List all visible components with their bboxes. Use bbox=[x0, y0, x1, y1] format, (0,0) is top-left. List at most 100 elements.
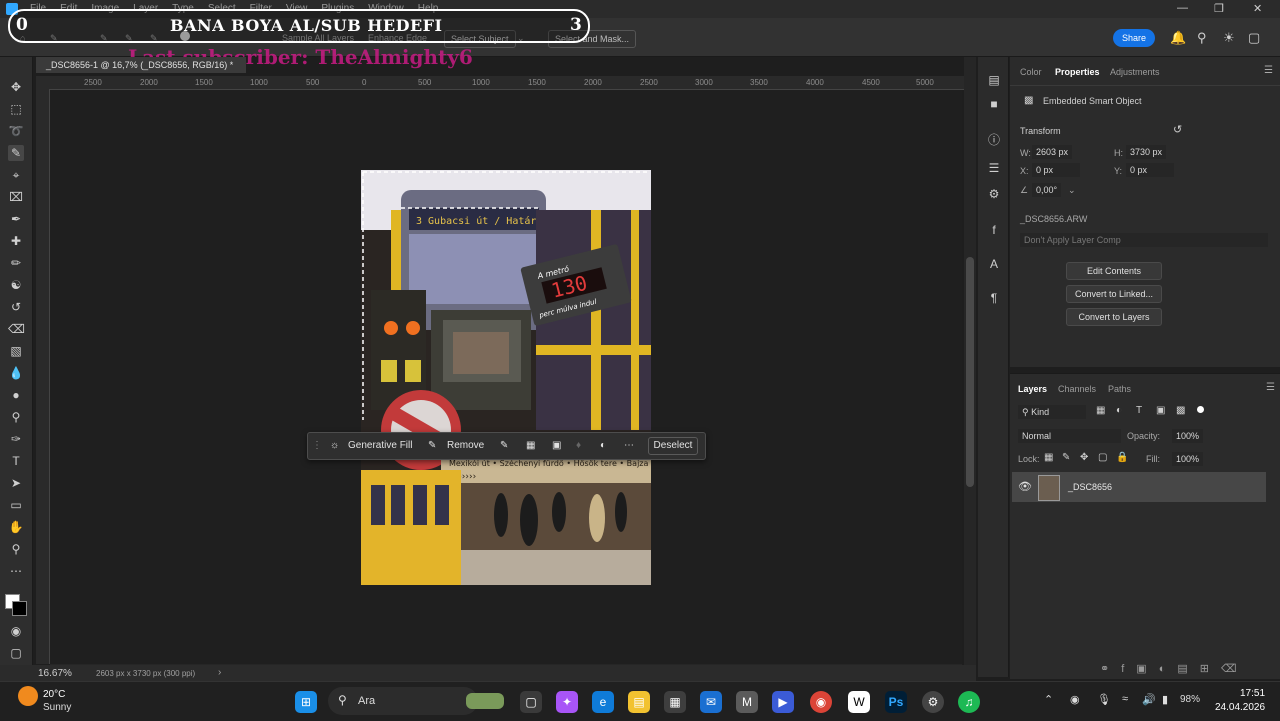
filter-pixel-icon[interactable]: ▦ bbox=[1096, 405, 1105, 416]
new-layer-icon[interactable]: ⊞ bbox=[1200, 663, 1221, 675]
adjustment-icon[interactable]: ◐ bbox=[600, 438, 606, 454]
app-icon[interactable]: ▶ bbox=[772, 691, 794, 713]
frame-tool-icon[interactable]: ⌧ bbox=[8, 189, 24, 205]
microphone-icon[interactable]: 🎙 bbox=[1097, 693, 1111, 706]
drag-handle-icon[interactable]: ⋮ bbox=[312, 438, 322, 454]
adjustments-icon[interactable]: ☰ bbox=[986, 161, 1002, 175]
history-brush-tool-icon[interactable]: ↺ bbox=[8, 299, 24, 315]
comments-icon[interactable]: ■ bbox=[986, 97, 1002, 111]
vertical-scrollbar[interactable] bbox=[964, 57, 976, 665]
discover-icon[interactable]: ☀ bbox=[1223, 30, 1235, 46]
layer-name[interactable]: _DSC8656 bbox=[1068, 482, 1112, 492]
wikipedia-icon[interactable]: W bbox=[848, 691, 870, 713]
info-icon[interactable]: ⓘ bbox=[986, 131, 1002, 148]
share-button[interactable]: Share bbox=[1113, 29, 1155, 47]
zoom-selection-tool-icon[interactable]: ⚲ bbox=[8, 409, 24, 425]
glyphs-icon[interactable]: f bbox=[986, 223, 1002, 237]
taskbar-search[interactable]: ⚲ Ara bbox=[328, 687, 504, 715]
more-options-icon[interactable]: ⋯ bbox=[624, 438, 634, 454]
height-field[interactable]: 3730 px bbox=[1126, 145, 1167, 159]
quick-selection-tool-icon[interactable]: ✎ bbox=[8, 145, 24, 161]
fill-selection-icon[interactable]: ♦ bbox=[576, 438, 581, 454]
width-field[interactable]: 2603 px bbox=[1032, 145, 1073, 159]
wifi-icon[interactable]: ≈ bbox=[1122, 693, 1128, 705]
layer-row[interactable]: 👁 _DSC8656 bbox=[1012, 472, 1266, 502]
lock-artboard-icon[interactable]: ▢ bbox=[1098, 452, 1107, 463]
workspace-icon[interactable]: ▢ bbox=[1248, 30, 1260, 46]
battery-icon[interactable]: ▮ bbox=[1162, 693, 1168, 706]
y-field[interactable]: 0 px bbox=[1126, 163, 1174, 177]
lasso-tool-icon[interactable]: ➰ bbox=[8, 123, 24, 139]
new-group-icon[interactable]: ▤ bbox=[1177, 663, 1199, 675]
tray-chevron-icon[interactable]: ⌃ bbox=[1044, 693, 1053, 706]
opacity-field[interactable]: 100% bbox=[1172, 429, 1204, 443]
lock-all-icon[interactable]: 🔒 bbox=[1116, 452, 1128, 463]
zoom-level[interactable]: 16.67% bbox=[38, 668, 72, 679]
lock-image-icon[interactable]: ✎ bbox=[1062, 452, 1070, 463]
paragraph-icon[interactable]: ¶ bbox=[986, 291, 1002, 305]
task-view-icon[interactable]: ▢ bbox=[520, 691, 542, 713]
filter-adjustment-icon[interactable]: ◐ bbox=[1116, 405, 1122, 416]
remove-button[interactable]: Remove bbox=[447, 438, 484, 454]
convert-to-linked-button[interactable]: Convert to Linked... bbox=[1066, 285, 1162, 303]
link-layers-icon[interactable]: ⚭ bbox=[1100, 663, 1121, 675]
move-tool-icon[interactable]: ✥ bbox=[8, 79, 24, 95]
tab-color[interactable]: Color bbox=[1020, 67, 1042, 77]
marquee-tool-icon[interactable]: ⬚ bbox=[8, 101, 24, 117]
convert-to-layers-button[interactable]: Convert to Layers bbox=[1066, 308, 1162, 326]
clock-time[interactable]: 17:51 bbox=[1240, 688, 1265, 699]
fill-field[interactable]: 100% bbox=[1172, 452, 1204, 466]
filter-type-icon[interactable]: T bbox=[1136, 405, 1142, 416]
eyedropper-tool-icon[interactable]: ✒ bbox=[8, 211, 24, 227]
x-field[interactable]: 0 px bbox=[1032, 163, 1080, 177]
dodge-tool-icon[interactable]: ● bbox=[8, 387, 24, 403]
filter-smart-object-icon[interactable]: ▩ bbox=[1176, 405, 1185, 416]
blur-tool-icon[interactable]: 💧 bbox=[8, 365, 24, 381]
tab-layers[interactable]: Layers bbox=[1018, 384, 1047, 394]
visibility-eye-icon[interactable]: 👁 bbox=[1018, 480, 1032, 493]
edge-icon[interactable]: e bbox=[592, 691, 614, 713]
discord-tray-icon[interactable]: ◉ bbox=[1070, 693, 1080, 706]
weather-temp[interactable]: 20°C bbox=[43, 689, 65, 700]
layer-filter-select[interactable]: ⚲ Kind bbox=[1018, 405, 1086, 419]
minimize-icon[interactable]: — bbox=[1177, 2, 1188, 14]
filter-shape-icon[interactable]: ▣ bbox=[1156, 405, 1165, 416]
healing-brush-tool-icon[interactable]: ✚ bbox=[8, 233, 24, 249]
close-icon[interactable]: ✕ bbox=[1253, 2, 1262, 15]
tab-paths[interactable]: Paths bbox=[1108, 384, 1131, 394]
gradient-tool-icon[interactable]: ▧ bbox=[8, 343, 24, 359]
windows-start-icon[interactable]: ⊞ bbox=[295, 691, 317, 713]
file-explorer-icon[interactable]: ▤ bbox=[628, 691, 650, 713]
restore-icon[interactable]: ❐ bbox=[1214, 2, 1224, 15]
properties-icon[interactable]: ⚙ bbox=[986, 187, 1002, 201]
reset-transform-icon[interactable]: ↺ bbox=[1173, 123, 1182, 136]
filter-toggle-icon[interactable] bbox=[1197, 406, 1204, 413]
gmail-icon[interactable]: M bbox=[736, 691, 758, 713]
modify-selection-icon[interactable]: ✎ bbox=[500, 438, 508, 454]
photoshop-taskbar-icon[interactable]: Ps bbox=[885, 691, 907, 713]
brush-tool-icon[interactable]: ✏ bbox=[8, 255, 24, 271]
weather-icon[interactable] bbox=[18, 686, 38, 706]
tab-adjustments[interactable]: Adjustments bbox=[1110, 67, 1160, 77]
pen-tool-icon[interactable]: ✑ bbox=[8, 431, 24, 447]
deselect-button[interactable]: Deselect bbox=[648, 437, 698, 455]
background-color-swatch[interactable] bbox=[12, 601, 27, 616]
edit-contents-button[interactable]: Edit Contents bbox=[1066, 262, 1162, 280]
weather-desc[interactable]: Sunny bbox=[43, 702, 71, 713]
layer-style-icon[interactable]: f bbox=[1121, 663, 1136, 675]
chrome-icon[interactable]: ◉ bbox=[810, 691, 832, 713]
generative-fill-button[interactable]: Generative Fill bbox=[348, 438, 412, 454]
path-selection-tool-icon[interactable]: ➤ bbox=[8, 475, 24, 491]
delete-layer-icon[interactable]: ⌫ bbox=[1221, 663, 1249, 675]
clone-stamp-tool-icon[interactable]: ☯ bbox=[8, 277, 24, 293]
character-icon[interactable]: A bbox=[986, 257, 1002, 271]
status-chevron-icon[interactable]: › bbox=[218, 667, 221, 678]
hand-tool-icon[interactable]: ✋ bbox=[8, 519, 24, 535]
mask-icon[interactable]: ▣ bbox=[552, 438, 561, 454]
bell-icon[interactable]: 🔔 bbox=[1170, 30, 1186, 46]
panel-menu-icon[interactable]: ☰ bbox=[1264, 65, 1273, 76]
search-icon[interactable]: ⚲ bbox=[1197, 30, 1207, 46]
more-tools-icon[interactable]: ⋯ bbox=[8, 563, 24, 579]
tab-properties[interactable]: Properties bbox=[1055, 67, 1100, 77]
layers-menu-icon[interactable]: ☰ bbox=[1266, 382, 1275, 393]
